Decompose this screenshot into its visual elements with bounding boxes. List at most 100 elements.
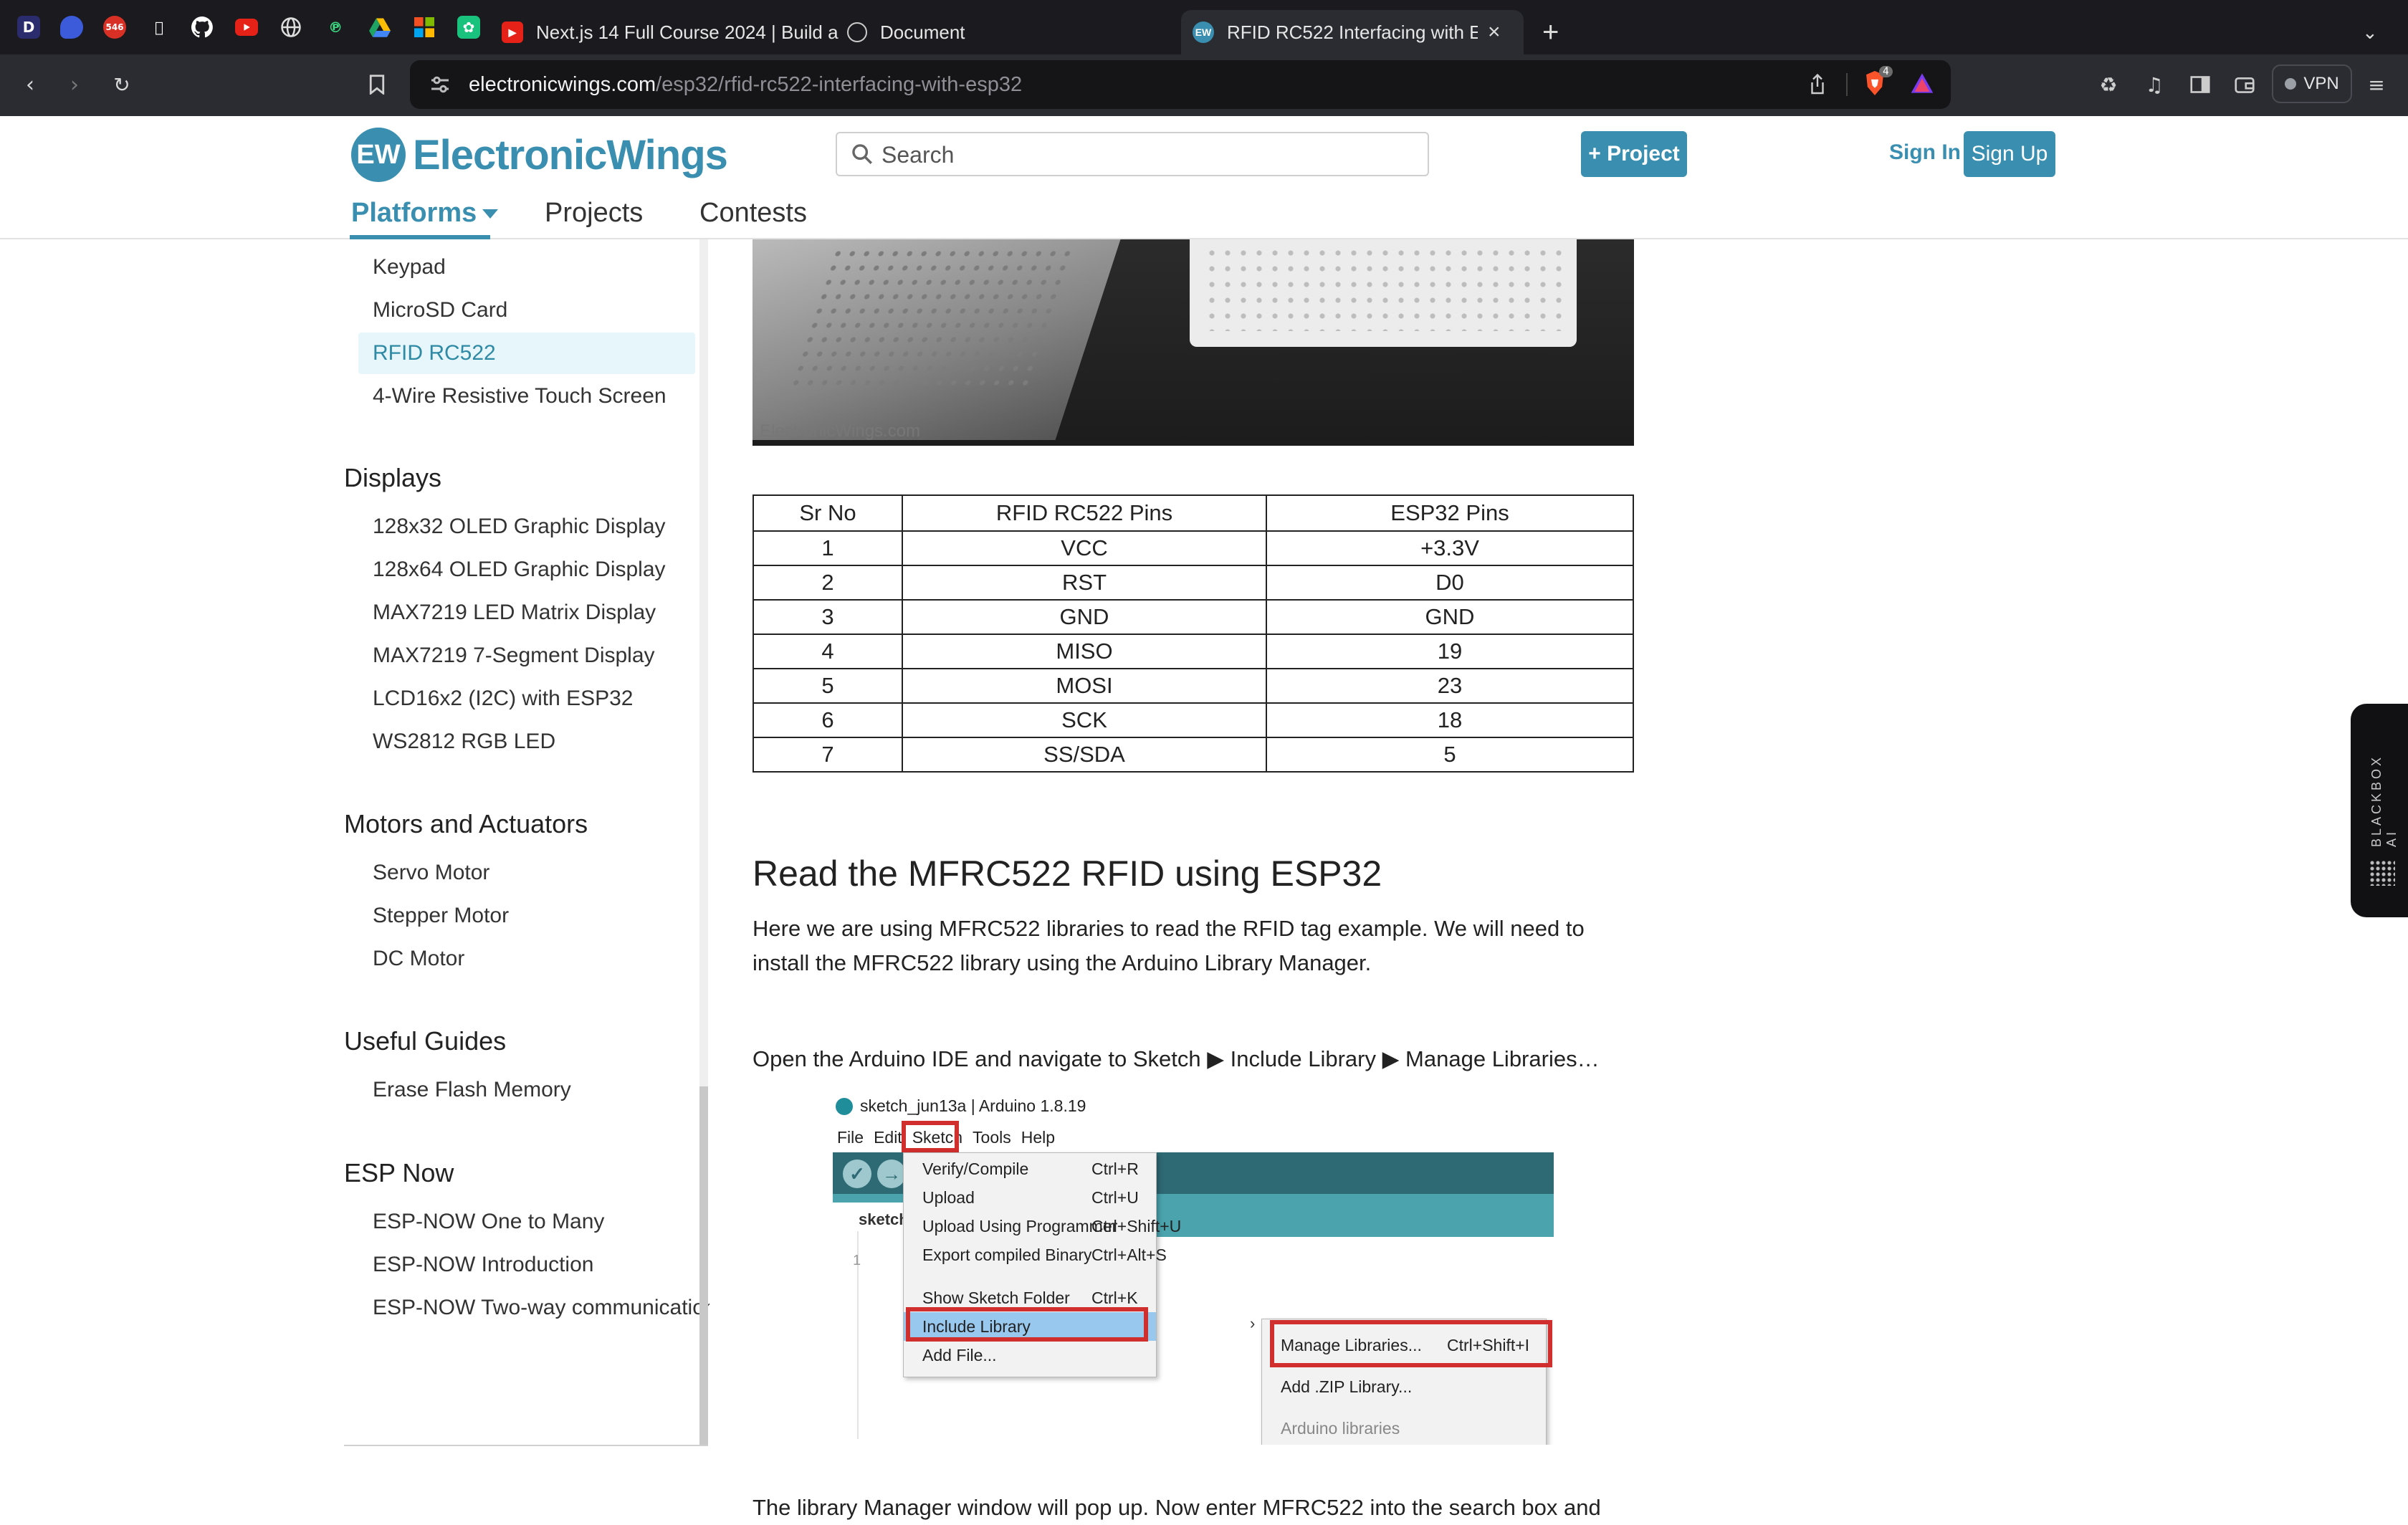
microsoft-icon[interactable] — [413, 16, 436, 39]
github-icon[interactable] — [191, 16, 214, 39]
divider — [1846, 73, 1848, 96]
vpn-label: VPN — [2303, 74, 2339, 93]
sign-up-button[interactable]: Sign Up — [1964, 131, 2055, 177]
arduino-ide-screenshot: sketch_jun13a | Arduino 1.8.19 File Edit… — [831, 1089, 1555, 1445]
sidebar-item-stepper-motor[interactable]: Stepper Motor — [358, 895, 695, 937]
blackbox-ai-widget[interactable]: BLACKBOX AI — [2351, 704, 2408, 917]
highlight-box — [902, 1121, 959, 1152]
table-cell: 2 — [752, 565, 903, 601]
arduino-icon — [836, 1097, 853, 1115]
sidebar-item-touch-screen[interactable]: 4-Wire Resistive Touch Screen — [358, 376, 695, 417]
search-box[interactable] — [836, 132, 1429, 176]
sidebar-item-espnow-two-way[interactable]: ESP-NOW Two-way communication — [358, 1287, 710, 1329]
sidebar-item-microsd-card[interactable]: MicroSD Card — [358, 290, 695, 331]
brave-rewards-icon[interactable] — [1908, 69, 1936, 97]
tab-rfid-active[interactable]: EW RFID RC522 Interfacing with ES × — [1181, 10, 1524, 54]
table-cell: GND — [1266, 599, 1634, 635]
share-icon[interactable] — [1803, 70, 1832, 99]
sign-in-link[interactable]: Sign In — [1889, 140, 1961, 165]
leaf-app-icon[interactable]: ℗ — [324, 16, 347, 39]
sidebar-item-oled-128x64[interactable]: 128x64 OLED Graphic Display — [358, 549, 695, 591]
back-icon[interactable]: ‹ — [16, 70, 44, 99]
menu-icon[interactable]: ≡ — [2362, 70, 2391, 99]
add-project-button[interactable]: + Project — [1581, 131, 1687, 177]
nav-platforms[interactable]: Platforms — [351, 198, 499, 229]
globe-icon — [847, 22, 867, 42]
sidebar-item-max7219-7seg[interactable]: MAX7219 7-Segment Display — [358, 635, 695, 677]
sidebar-item-rfid-rc522[interactable]: RFID RC522 — [358, 333, 695, 374]
google-drive-icon[interactable] — [368, 16, 391, 39]
ide-menu-tools: Tools — [973, 1128, 1011, 1147]
sidebar-item-servo-motor[interactable]: Servo Motor — [358, 852, 695, 894]
table-cell: 19 — [1266, 634, 1634, 669]
nav-label: Platforms — [351, 198, 477, 228]
sidebar-scrollbar-thumb[interactable] — [699, 1086, 708, 1446]
ide-sketch-tab: sketch — [833, 1203, 909, 1237]
browser-tab-bar: D 546  ℗ ✿ ▶ Next.js 14 Full Course 202… — [0, 0, 2408, 54]
bookmark-icon[interactable] — [363, 70, 391, 99]
new-tab-icon[interactable]: + — [1542, 10, 1559, 54]
breadboard-photo: ElectronicWings.com — [752, 239, 1634, 446]
verify-icon: ✓ — [843, 1160, 871, 1188]
site-logo[interactable]: EW ElectronicWings — [351, 128, 728, 182]
tab-list-chevron-icon[interactable]: ⌄ — [2362, 10, 2378, 54]
site-header: EW ElectronicWings + Project Sign In Sig… — [0, 116, 2408, 239]
image-watermark: ElectronicWings.com — [760, 421, 921, 441]
table-row: 4 MISO 19 — [752, 634, 1634, 669]
sidebar-item-keypad[interactable]: Keypad — [358, 247, 695, 288]
nav-projects[interactable]: Projects — [545, 198, 643, 229]
nav-contests[interactable]: Contests — [699, 198, 807, 229]
brave-shields-icon[interactable]: 4 — [1860, 66, 1893, 97]
reload-icon[interactable]: ↻ — [108, 70, 136, 99]
bookmark-app-icon[interactable] — [60, 16, 83, 39]
table-cell: D0 — [1266, 565, 1634, 601]
chatgpt-icon[interactable]: ✿ — [457, 16, 480, 39]
address-bar-row: ‹ › ↻ electronicwings.com/esp32/rfid-rc5… — [0, 54, 2408, 117]
ide-menu-item: Add File... — [922, 1346, 997, 1364]
logo-badge: EW — [351, 128, 406, 182]
table-row: 2 RST D0 — [752, 565, 1634, 601]
sidebar-item-espnow-one-to-many[interactable]: ESP-NOW One to Many — [358, 1201, 695, 1243]
site-settings-icon[interactable] — [427, 72, 453, 97]
url-field[interactable]: electronicwings.com/esp32/rfid-rc522-int… — [410, 60, 1951, 109]
sidebar-item-espnow-intro[interactable]: ESP-NOW Introduction — [358, 1244, 695, 1286]
apple-icon[interactable]:  — [148, 16, 171, 39]
globe-icon[interactable] — [280, 16, 302, 39]
sidebar-item-dc-motor[interactable]: DC Motor — [358, 938, 695, 980]
table-cell: +3.3V — [1266, 530, 1634, 566]
mail-app-icon[interactable]: 546 — [103, 16, 126, 39]
tab-title: Next.js 14 Full Course 2024 | Build a — [536, 21, 838, 43]
sidebar-item-ws2812[interactable]: WS2812 RGB LED — [358, 721, 695, 762]
highlight-box — [906, 1307, 1148, 1342]
forward-icon[interactable]: › — [60, 70, 89, 99]
media-icon[interactable]: ♫ — [2140, 70, 2169, 99]
electronicwings-icon: EW — [1193, 21, 1214, 43]
sidebar-item-oled-128x32[interactable]: 128x32 OLED Graphic Display — [358, 506, 695, 548]
search-input[interactable] — [880, 138, 1413, 172]
vpn-button[interactable]: VPN — [2272, 64, 2352, 103]
sidebar-item-lcd16x2[interactable]: LCD16x2 (I2C) with ESP32 — [358, 678, 695, 720]
ide-menu-item: Upload Ctrl+U — [922, 1188, 1139, 1207]
sidebar-item-max7219-matrix[interactable]: MAX7219 LED Matrix Display — [358, 592, 695, 634]
close-tab-icon[interactable]: × — [1488, 20, 1501, 44]
extensions-icon[interactable]: ♻ — [2094, 70, 2123, 99]
ide-menu-item: Export compiled Binary Ctrl+Alt+S — [922, 1246, 1167, 1264]
breadboard-holes — [786, 247, 1077, 390]
sidebar: Keypad MicroSD Card RFID RC522 4-Wire Re… — [344, 239, 710, 1446]
youtube-icon[interactable] — [235, 19, 258, 36]
ide-sketch-menu: Verify/Compile Ctrl+R Upload Ctrl+U Upload… — [903, 1152, 1181, 1377]
highlight-box — [1270, 1320, 1552, 1367]
sidebar-item-erase-flash[interactable]: Erase Flash Memory — [358, 1069, 695, 1111]
tab-title: Document — [880, 21, 965, 43]
table-cell: SS/SDA — [902, 737, 1267, 773]
sidebar-toggle-icon[interactable] — [2186, 70, 2214, 99]
table-cell: RST — [902, 565, 1267, 601]
sidebar-heading-motors: Motors and Actuators — [344, 809, 588, 838]
wallet-icon[interactable] — [2230, 70, 2259, 99]
upload-icon: → — [877, 1160, 906, 1188]
dashlane-icon[interactable]: D — [17, 16, 40, 39]
table-cell: 23 — [1266, 668, 1634, 704]
table-cell: 5 — [1266, 737, 1634, 773]
tab-nextjs-course[interactable]: ▶ Next.js 14 Full Course 2024 | Build a — [502, 10, 838, 54]
tab-document[interactable]: Document — [847, 10, 1162, 54]
